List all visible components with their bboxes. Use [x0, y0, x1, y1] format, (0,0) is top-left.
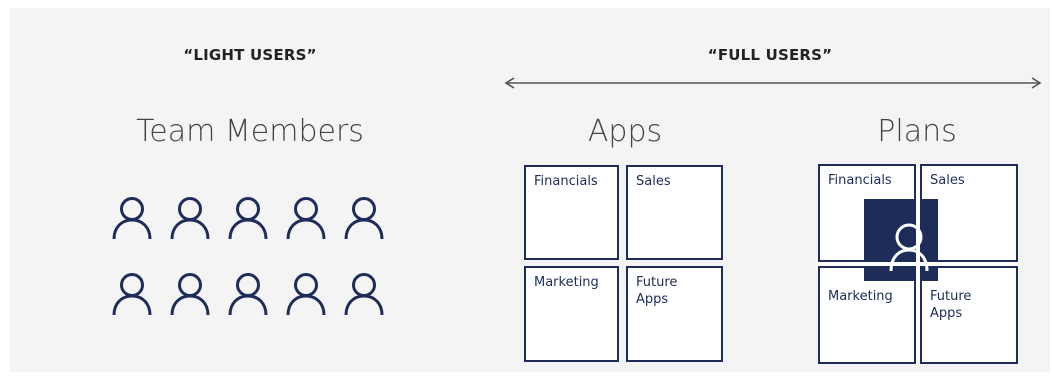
apps-tile-sales: Sales	[626, 165, 723, 260]
apps-tile-label: Future Apps	[636, 275, 678, 307]
apps-tile-financials: Financials	[524, 165, 619, 260]
person-outline-icon	[228, 197, 268, 240]
person-outline-icon	[556, 202, 592, 245]
plans-tile-label: Marketing	[828, 289, 893, 304]
apps-tile-label: Marketing	[534, 275, 599, 290]
plans-tile-label: Sales	[930, 173, 965, 188]
light-users-heading: “LIGHT USERS”	[183, 46, 317, 64]
person-outline-icon	[112, 273, 152, 316]
person-outline-icon	[228, 273, 268, 316]
double-headed-arrow-icon	[504, 77, 1042, 89]
team-members-grid	[110, 196, 400, 336]
plans-divider-vertical	[916, 164, 920, 364]
person-outline-icon	[170, 273, 210, 316]
full-users-heading: “FULL USERS”	[707, 46, 833, 64]
apps-tile-label: Sales	[636, 174, 671, 189]
person-outline-icon	[112, 197, 152, 240]
team-members-title: Team Members	[136, 114, 364, 149]
person-outline-icon	[344, 273, 384, 316]
apps-tile-marketing: Marketing	[524, 266, 619, 362]
plans-tile-label: Financials	[828, 173, 892, 188]
person-outline-icon	[286, 197, 326, 240]
person-outline-icon	[170, 197, 210, 240]
person-outline-icon	[344, 197, 384, 240]
apps-title: Apps	[587, 114, 663, 149]
person-outline-icon	[286, 273, 326, 316]
plans-tile-label: Future Apps	[930, 289, 972, 321]
plans-title: Plans	[877, 114, 957, 149]
apps-tile-future-apps: Future Apps	[626, 266, 723, 362]
apps-tile-label: Financials	[534, 174, 598, 189]
